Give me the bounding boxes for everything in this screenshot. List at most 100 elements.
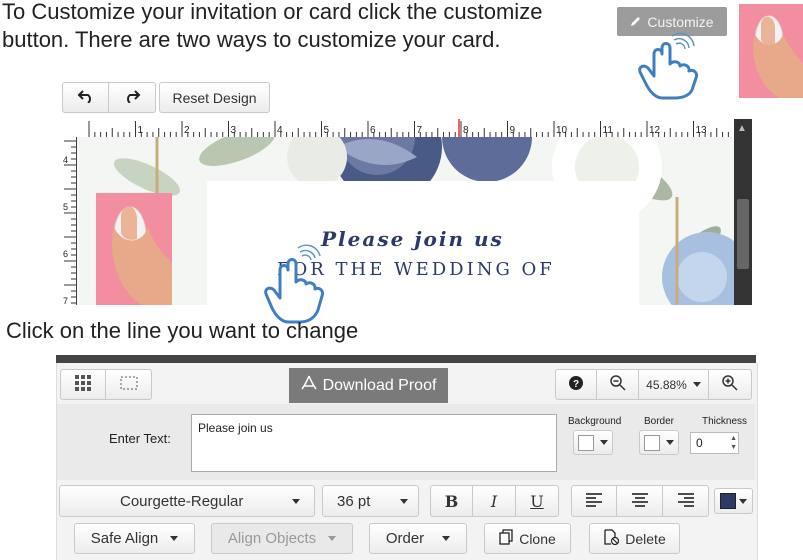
- align-right-icon: [677, 492, 694, 510]
- text-color-swatch: [720, 493, 736, 509]
- card-artwork[interactable]: Please join us FOR THE WEDDING OF: [77, 137, 734, 305]
- redo-button[interactable]: [109, 82, 156, 113]
- ruler-label: 7: [417, 125, 423, 136]
- align-left-icon: [586, 492, 602, 510]
- pointing-hand-icon: [632, 20, 702, 105]
- ruler-label: 12: [649, 125, 661, 136]
- reset-design-button[interactable]: Reset Design: [159, 82, 270, 113]
- ruler-label: 8: [463, 125, 469, 136]
- ruler-label: 13: [696, 125, 708, 136]
- undo-button[interactable]: [62, 82, 109, 113]
- chevron-down-icon: [292, 498, 300, 504]
- horizontal-ruler: 1234567891011121314: [62, 119, 754, 138]
- border-label: Border: [644, 416, 675, 427]
- text-color-picker[interactable]: [714, 488, 753, 514]
- chevron-down-icon: [692, 382, 701, 387]
- chevron-down-icon: [442, 536, 451, 541]
- svg-text:?: ?: [573, 379, 579, 390]
- safe-align-dropdown[interactable]: Safe Align: [74, 523, 195, 554]
- font-size-dropdown[interactable]: 36 pt: [322, 485, 419, 517]
- enter-text-label: Enter Text:: [109, 431, 171, 446]
- align-objects-dropdown[interactable]: Align Objects: [211, 523, 353, 554]
- delete-icon: [603, 529, 620, 548]
- vertical-ruler-label: 4: [63, 155, 68, 165]
- underline-button[interactable]: U: [516, 485, 559, 517]
- text-input[interactable]: Please join us: [191, 414, 557, 472]
- instruction-line-3: Click on the line you want to change: [6, 318, 359, 343]
- vertical-ruler-label: 7: [63, 296, 68, 305]
- mouse-hand-photo-2: [96, 193, 172, 305]
- help-button[interactable]: ?: [555, 369, 597, 400]
- grid-icon: [75, 375, 91, 394]
- mouse-hand-photo: [739, 4, 803, 98]
- order-label: Order: [385, 530, 425, 547]
- redo-icon: [123, 89, 141, 106]
- zoom-out-button[interactable]: [597, 369, 639, 400]
- background-color-swatch: [578, 434, 594, 451]
- safe-align-label: Safe Align: [90, 530, 159, 547]
- chevron-down-icon: [328, 536, 337, 541]
- card-text-line-1[interactable]: Please join us: [321, 227, 504, 251]
- instruction-line-2: button. There are two ways to customize …: [2, 27, 501, 52]
- ruler-label: 5: [324, 125, 330, 136]
- ruler-label: 4: [277, 125, 283, 136]
- download-proof-button[interactable]: Download Proof: [289, 368, 448, 403]
- background-label: Background: [568, 416, 622, 427]
- help-icon: ?: [569, 376, 583, 393]
- bold-button[interactable]: B: [430, 485, 473, 517]
- undo-icon: [77, 89, 95, 106]
- chevron-down-icon: [666, 440, 674, 445]
- italic-button[interactable]: I: [473, 485, 516, 517]
- clone-button[interactable]: Clone: [484, 523, 571, 554]
- download-proof-label: Download Proof: [322, 376, 437, 394]
- vertical-ruler: 4 5 6 7: [62, 137, 77, 306]
- background-color-picker[interactable]: [573, 430, 613, 455]
- zoom-level-value: 45.88%: [646, 377, 687, 392]
- ruler-label: 10: [556, 125, 568, 136]
- align-objects-label: Align Objects: [227, 530, 317, 547]
- dashed-box-icon: [120, 376, 138, 393]
- ruler-label: 3: [231, 125, 237, 136]
- font-family-value: Courgette-Regular: [120, 492, 244, 510]
- vertical-ruler-label: 5: [63, 202, 68, 212]
- align-center-icon: [631, 492, 648, 510]
- pdf-icon: [300, 375, 317, 396]
- order-dropdown[interactable]: Order: [369, 523, 467, 554]
- instruction-line-1: To Customize your invitation or card cli…: [2, 0, 543, 24]
- grid-view-button[interactable]: [60, 369, 106, 400]
- stepper-arrows-icon[interactable]: ▲ ▼: [730, 434, 737, 452]
- scrollbar-thumb[interactable]: [737, 199, 749, 269]
- chevron-down-icon: [400, 498, 408, 504]
- ruler-label: 11: [603, 125, 614, 136]
- delete-label: Delete: [625, 530, 666, 547]
- select-area-button[interactable]: [106, 369, 152, 400]
- border-color-swatch: [644, 434, 660, 451]
- clone-icon: [499, 529, 513, 548]
- chevron-down-icon: [600, 440, 608, 445]
- zoom-in-icon: [722, 375, 738, 394]
- zoom-out-icon: [609, 375, 626, 394]
- clone-label: Clone: [519, 530, 556, 547]
- align-left-button[interactable]: [571, 485, 617, 517]
- zoom-level-dropdown[interactable]: 45.88%: [639, 369, 709, 400]
- scroll-up-icon: ▲: [737, 123, 747, 134]
- editor-top-bar: [56, 355, 756, 363]
- zoom-in-button[interactable]: [709, 369, 752, 400]
- ruler-label: 9: [510, 125, 516, 136]
- border-color-picker[interactable]: [639, 430, 679, 455]
- align-center-button[interactable]: [617, 485, 663, 517]
- ruler-label: 1: [138, 125, 144, 136]
- delete-button[interactable]: Delete: [589, 523, 680, 554]
- thickness-label: Thickness: [702, 416, 748, 427]
- thickness-stepper[interactable]: 0 ▲ ▼: [690, 432, 739, 454]
- align-right-button[interactable]: [663, 485, 709, 517]
- thickness-value: 0: [696, 436, 703, 450]
- ruler-label: 6: [370, 125, 376, 136]
- chevron-down-icon: [739, 498, 747, 504]
- canvas-scrollbar[interactable]: ▲: [734, 119, 752, 305]
- vertical-ruler-label: 6: [63, 249, 68, 259]
- chevron-down-icon: [170, 536, 179, 541]
- ruler-label: 2: [184, 125, 190, 136]
- font-size-value: 36 pt: [337, 492, 371, 510]
- font-family-dropdown[interactable]: Courgette-Regular: [59, 485, 315, 517]
